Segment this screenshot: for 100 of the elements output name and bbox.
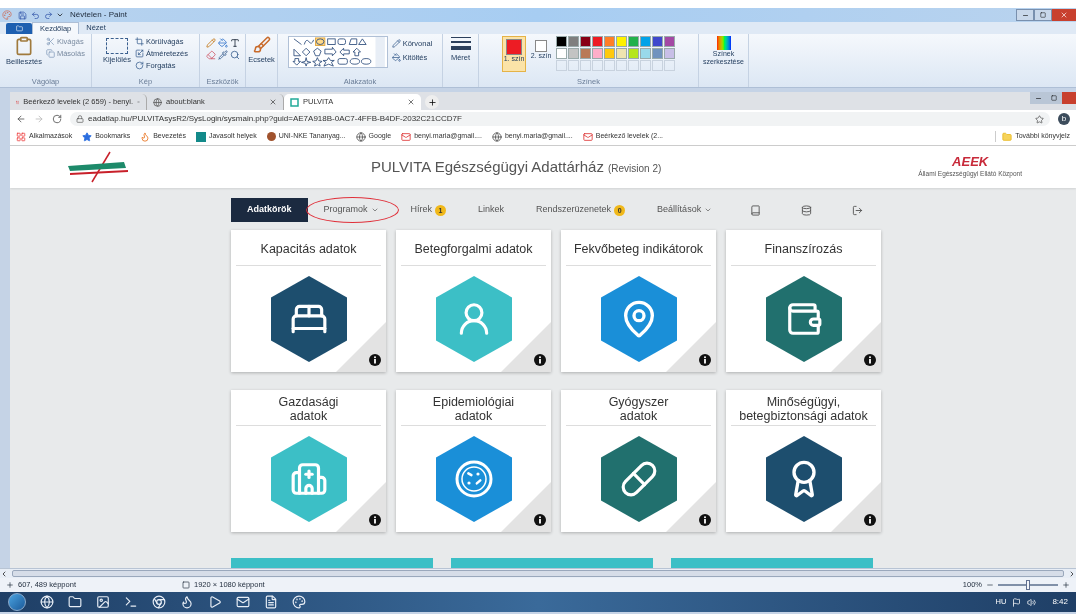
zoom-slider-thumb[interactable]	[1026, 580, 1030, 590]
volume-icon[interactable]	[1027, 597, 1037, 607]
category-card[interactable]: Epidemiológiai adatok	[396, 390, 551, 532]
clock[interactable]: 8:42	[1052, 596, 1068, 608]
maximize-button[interactable]	[1046, 92, 1062, 104]
taskbar-icon[interactable]	[236, 595, 250, 609]
nav-tab[interactable]: Adatkörök	[231, 198, 308, 222]
info-icon[interactable]	[864, 354, 876, 366]
palette-swatch[interactable]	[640, 36, 651, 47]
info-icon[interactable]	[534, 354, 546, 366]
minimize-button[interactable]	[1016, 9, 1034, 21]
palette-swatch[interactable]	[568, 48, 579, 59]
text-tool-icon[interactable]	[229, 38, 240, 48]
info-icon[interactable]	[534, 514, 546, 526]
palette-swatch[interactable]	[616, 48, 627, 59]
horizontal-scrollbar[interactable]	[0, 568, 1076, 578]
zoom-in-button[interactable]	[1062, 581, 1070, 589]
palette-swatch[interactable]	[556, 36, 567, 47]
empty-swatch[interactable]	[592, 60, 603, 71]
taskbar-icon[interactable]	[40, 595, 54, 609]
magnifier-icon[interactable]	[229, 50, 240, 60]
start-button[interactable]	[8, 593, 26, 611]
empty-swatch[interactable]	[664, 60, 675, 71]
new-tab-button[interactable]	[425, 95, 439, 109]
empty-swatch[interactable]	[580, 60, 591, 71]
customize-icon[interactable]	[56, 11, 64, 19]
file-menu-button[interactable]	[6, 23, 32, 34]
palette-swatch[interactable]	[664, 36, 675, 47]
taskbar-icon[interactable]	[264, 595, 278, 609]
scroll-right-icon[interactable]	[1068, 569, 1076, 578]
category-card[interactable]: Gazdasági adatok	[231, 390, 386, 532]
back-button[interactable]	[16, 114, 26, 124]
info-icon[interactable]	[699, 514, 711, 526]
address-bar[interactable]: eadatlap.hu/PULVITAsysR2/SysLogin/sysmain.php?guid=AE7A918B-0AC7-4FFB-B4DF-2032C21CCD7F	[70, 112, 1050, 126]
nav-tab[interactable]: Beállítások	[641, 198, 729, 222]
category-card[interactable]: Kapacitás adatok	[231, 230, 386, 372]
empty-swatch[interactable]	[556, 60, 567, 71]
save-icon[interactable]	[18, 10, 27, 20]
palette-swatch[interactable]	[628, 36, 639, 47]
reload-button[interactable]	[52, 114, 62, 124]
taskbar-icon[interactable]	[96, 595, 110, 609]
close-icon[interactable]	[269, 98, 277, 106]
palette-swatch[interactable]	[556, 48, 567, 59]
minimize-button[interactable]	[1030, 92, 1046, 104]
database-icon[interactable]	[801, 204, 813, 216]
taskbar-icon[interactable]	[124, 595, 138, 609]
info-icon[interactable]	[369, 514, 381, 526]
redo-icon[interactable]	[44, 10, 53, 20]
logout-icon[interactable]	[852, 204, 864, 216]
palette-swatch[interactable]	[640, 48, 651, 59]
color-picker-icon[interactable]	[217, 50, 228, 60]
palette-swatch[interactable]	[568, 36, 579, 47]
info-icon[interactable]	[699, 354, 711, 366]
empty-swatch[interactable]	[616, 60, 627, 71]
close-button[interactable]	[1052, 9, 1076, 21]
palette-swatch[interactable]	[604, 36, 615, 47]
taskbar-icon[interactable]	[68, 595, 82, 609]
palette-swatch[interactable]	[616, 36, 627, 47]
empty-swatch[interactable]	[652, 60, 663, 71]
category-card[interactable]: Minőségügyi, betegbiztonsági adatok	[726, 390, 881, 532]
category-card[interactable]: Gyógyszer adatok	[561, 390, 716, 532]
palette-swatch[interactable]	[652, 48, 663, 59]
shape-gallery-drawing[interactable]	[287, 36, 388, 68]
fill-bucket-icon[interactable]	[217, 38, 228, 48]
info-icon[interactable]	[369, 354, 381, 366]
palette-swatch[interactable]	[628, 48, 639, 59]
empty-swatch[interactable]	[628, 60, 639, 71]
palette-swatch[interactable]	[652, 36, 663, 47]
bookmark-star-icon[interactable]	[1035, 114, 1044, 124]
taskbar-icon[interactable]	[208, 595, 222, 609]
pencil-icon[interactable]	[205, 38, 216, 48]
taskbar-icon[interactable]	[292, 595, 306, 609]
category-card[interactable]: Fekvőbeteg indikátorok	[561, 230, 716, 372]
scroll-left-icon[interactable]	[0, 569, 8, 578]
palette-swatch[interactable]	[580, 48, 591, 59]
palette-swatch[interactable]	[664, 48, 675, 59]
maximize-button[interactable]	[1034, 9, 1052, 21]
empty-swatch[interactable]	[568, 60, 579, 71]
book-icon[interactable]	[750, 204, 762, 216]
undo-icon[interactable]	[31, 10, 40, 20]
close-icon[interactable]	[407, 98, 415, 106]
forward-button[interactable]	[34, 114, 44, 124]
taskbar-icon[interactable]	[152, 595, 166, 609]
palette-swatch[interactable]	[604, 48, 615, 59]
palette-swatch[interactable]	[592, 48, 603, 59]
palette-swatch[interactable]	[592, 36, 603, 47]
info-icon[interactable]	[864, 514, 876, 526]
category-card[interactable]: Betegforgalmi adatok	[396, 230, 551, 372]
rotate-icon	[134, 61, 144, 70]
profile-avatar[interactable]: b	[1058, 113, 1070, 125]
empty-swatch[interactable]	[640, 60, 651, 71]
eraser-icon[interactable]	[205, 50, 216, 60]
empty-swatch[interactable]	[604, 60, 615, 71]
card-title: Fekvőbeteg indikátorok	[573, 241, 704, 256]
flag-icon[interactable]	[1012, 597, 1022, 607]
zoom-out-button[interactable]	[986, 581, 994, 589]
palette-swatch[interactable]	[580, 36, 591, 47]
nav-tab[interactable]: Linkek	[462, 198, 521, 222]
category-card[interactable]: Finanszírozás	[726, 230, 881, 372]
taskbar-icon[interactable]	[180, 595, 194, 609]
